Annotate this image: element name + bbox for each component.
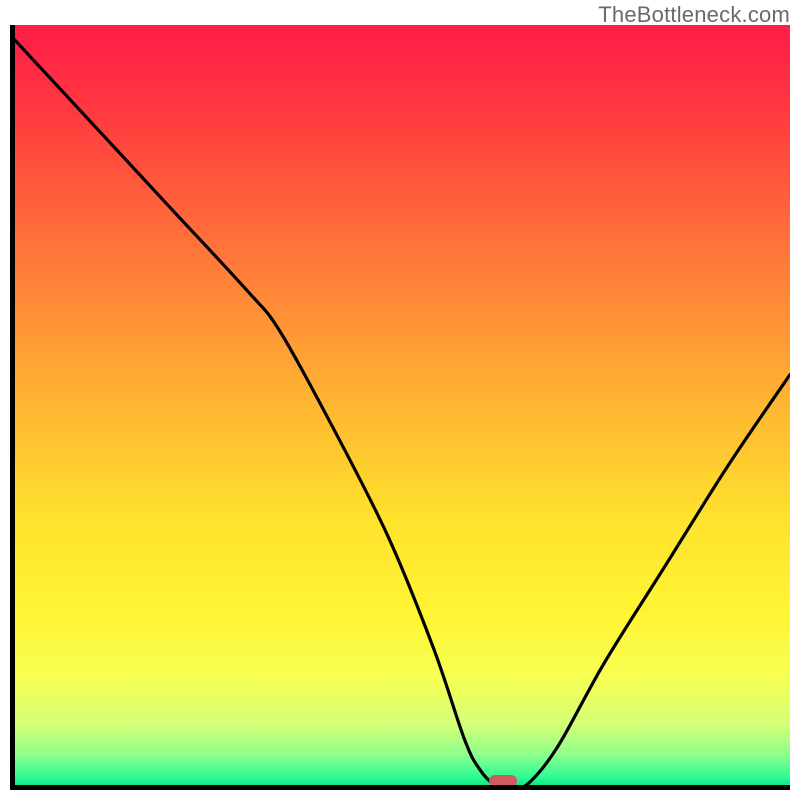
chart-frame: TheBottleneck.com [0,0,800,800]
optimal-marker [489,775,517,787]
plot-area [10,25,790,790]
watermark-text: TheBottleneck.com [598,2,790,28]
bottleneck-curve [15,25,790,785]
